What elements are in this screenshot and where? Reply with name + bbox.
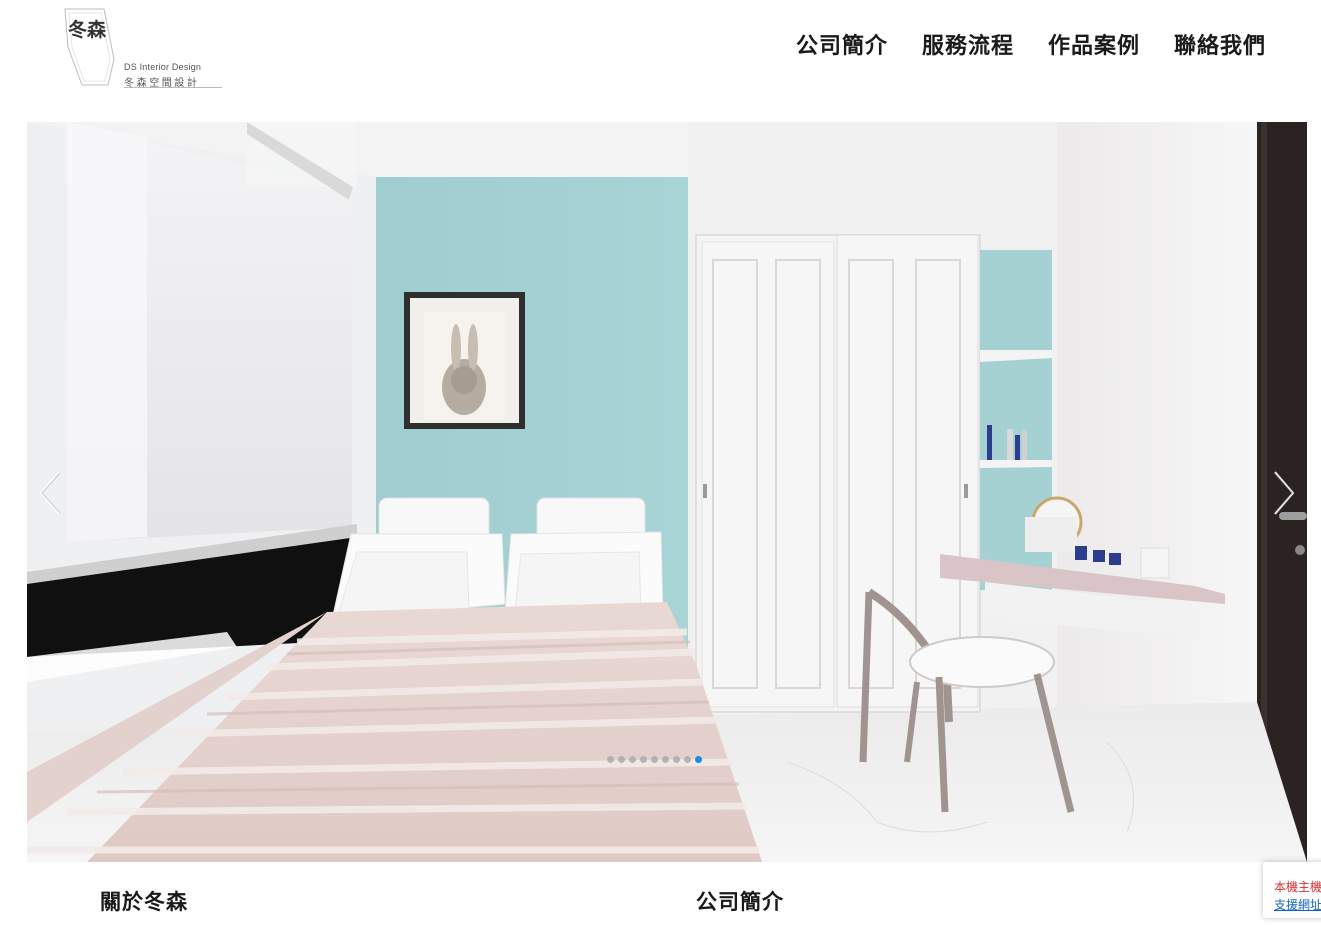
notice-link[interactable]: 支援網址 — [1274, 896, 1321, 913]
slider-dot[interactable] — [695, 756, 702, 763]
slide-image-bedroom — [27, 122, 1307, 862]
slider-prev-arrow-icon[interactable] — [33, 470, 73, 516]
nav-company-profile[interactable]: 公司簡介 — [796, 28, 888, 60]
nav-portfolio[interactable]: 作品案例 — [1048, 28, 1140, 60]
slider-dot[interactable] — [607, 756, 614, 763]
slider-dot[interactable] — [629, 756, 636, 763]
notice-text: 本機主機 — [1274, 880, 1321, 894]
logo-divider — [124, 87, 222, 88]
nav-service-process[interactable]: 服務流程 — [922, 28, 1014, 60]
nav-contact-us[interactable]: 聯絡我們 — [1174, 28, 1266, 60]
company-profile-title: 公司簡介 — [696, 890, 784, 914]
slider-dot[interactable] — [618, 756, 625, 763]
slider-dot[interactable] — [673, 756, 680, 763]
slider-dot[interactable] — [640, 756, 647, 763]
hero-slider[interactable] — [27, 122, 1307, 862]
about-section-title: 關於冬森 — [100, 890, 188, 914]
slider-dot[interactable] — [684, 756, 691, 763]
slider-next-arrow-icon[interactable] — [1261, 470, 1301, 516]
slider-pagination — [607, 756, 702, 763]
site-header: 冬森 DS Interior Design 冬森空間設計 公司簡介 服務流程 作… — [0, 0, 1321, 122]
hosting-notice-badge[interactable]: 本機主機 支援網址 — [1263, 862, 1321, 918]
logo-badge-text: 冬森 — [67, 19, 106, 41]
logo-english-name: DS Interior Design — [124, 62, 202, 72]
slider-dot[interactable] — [651, 756, 658, 763]
main-nav: 公司簡介 服務流程 作品案例 聯絡我們 — [796, 28, 1266, 60]
site-logo[interactable]: 冬森 DS Interior Design 冬森空間設計 — [58, 6, 228, 90]
slider-dot[interactable] — [662, 756, 669, 763]
